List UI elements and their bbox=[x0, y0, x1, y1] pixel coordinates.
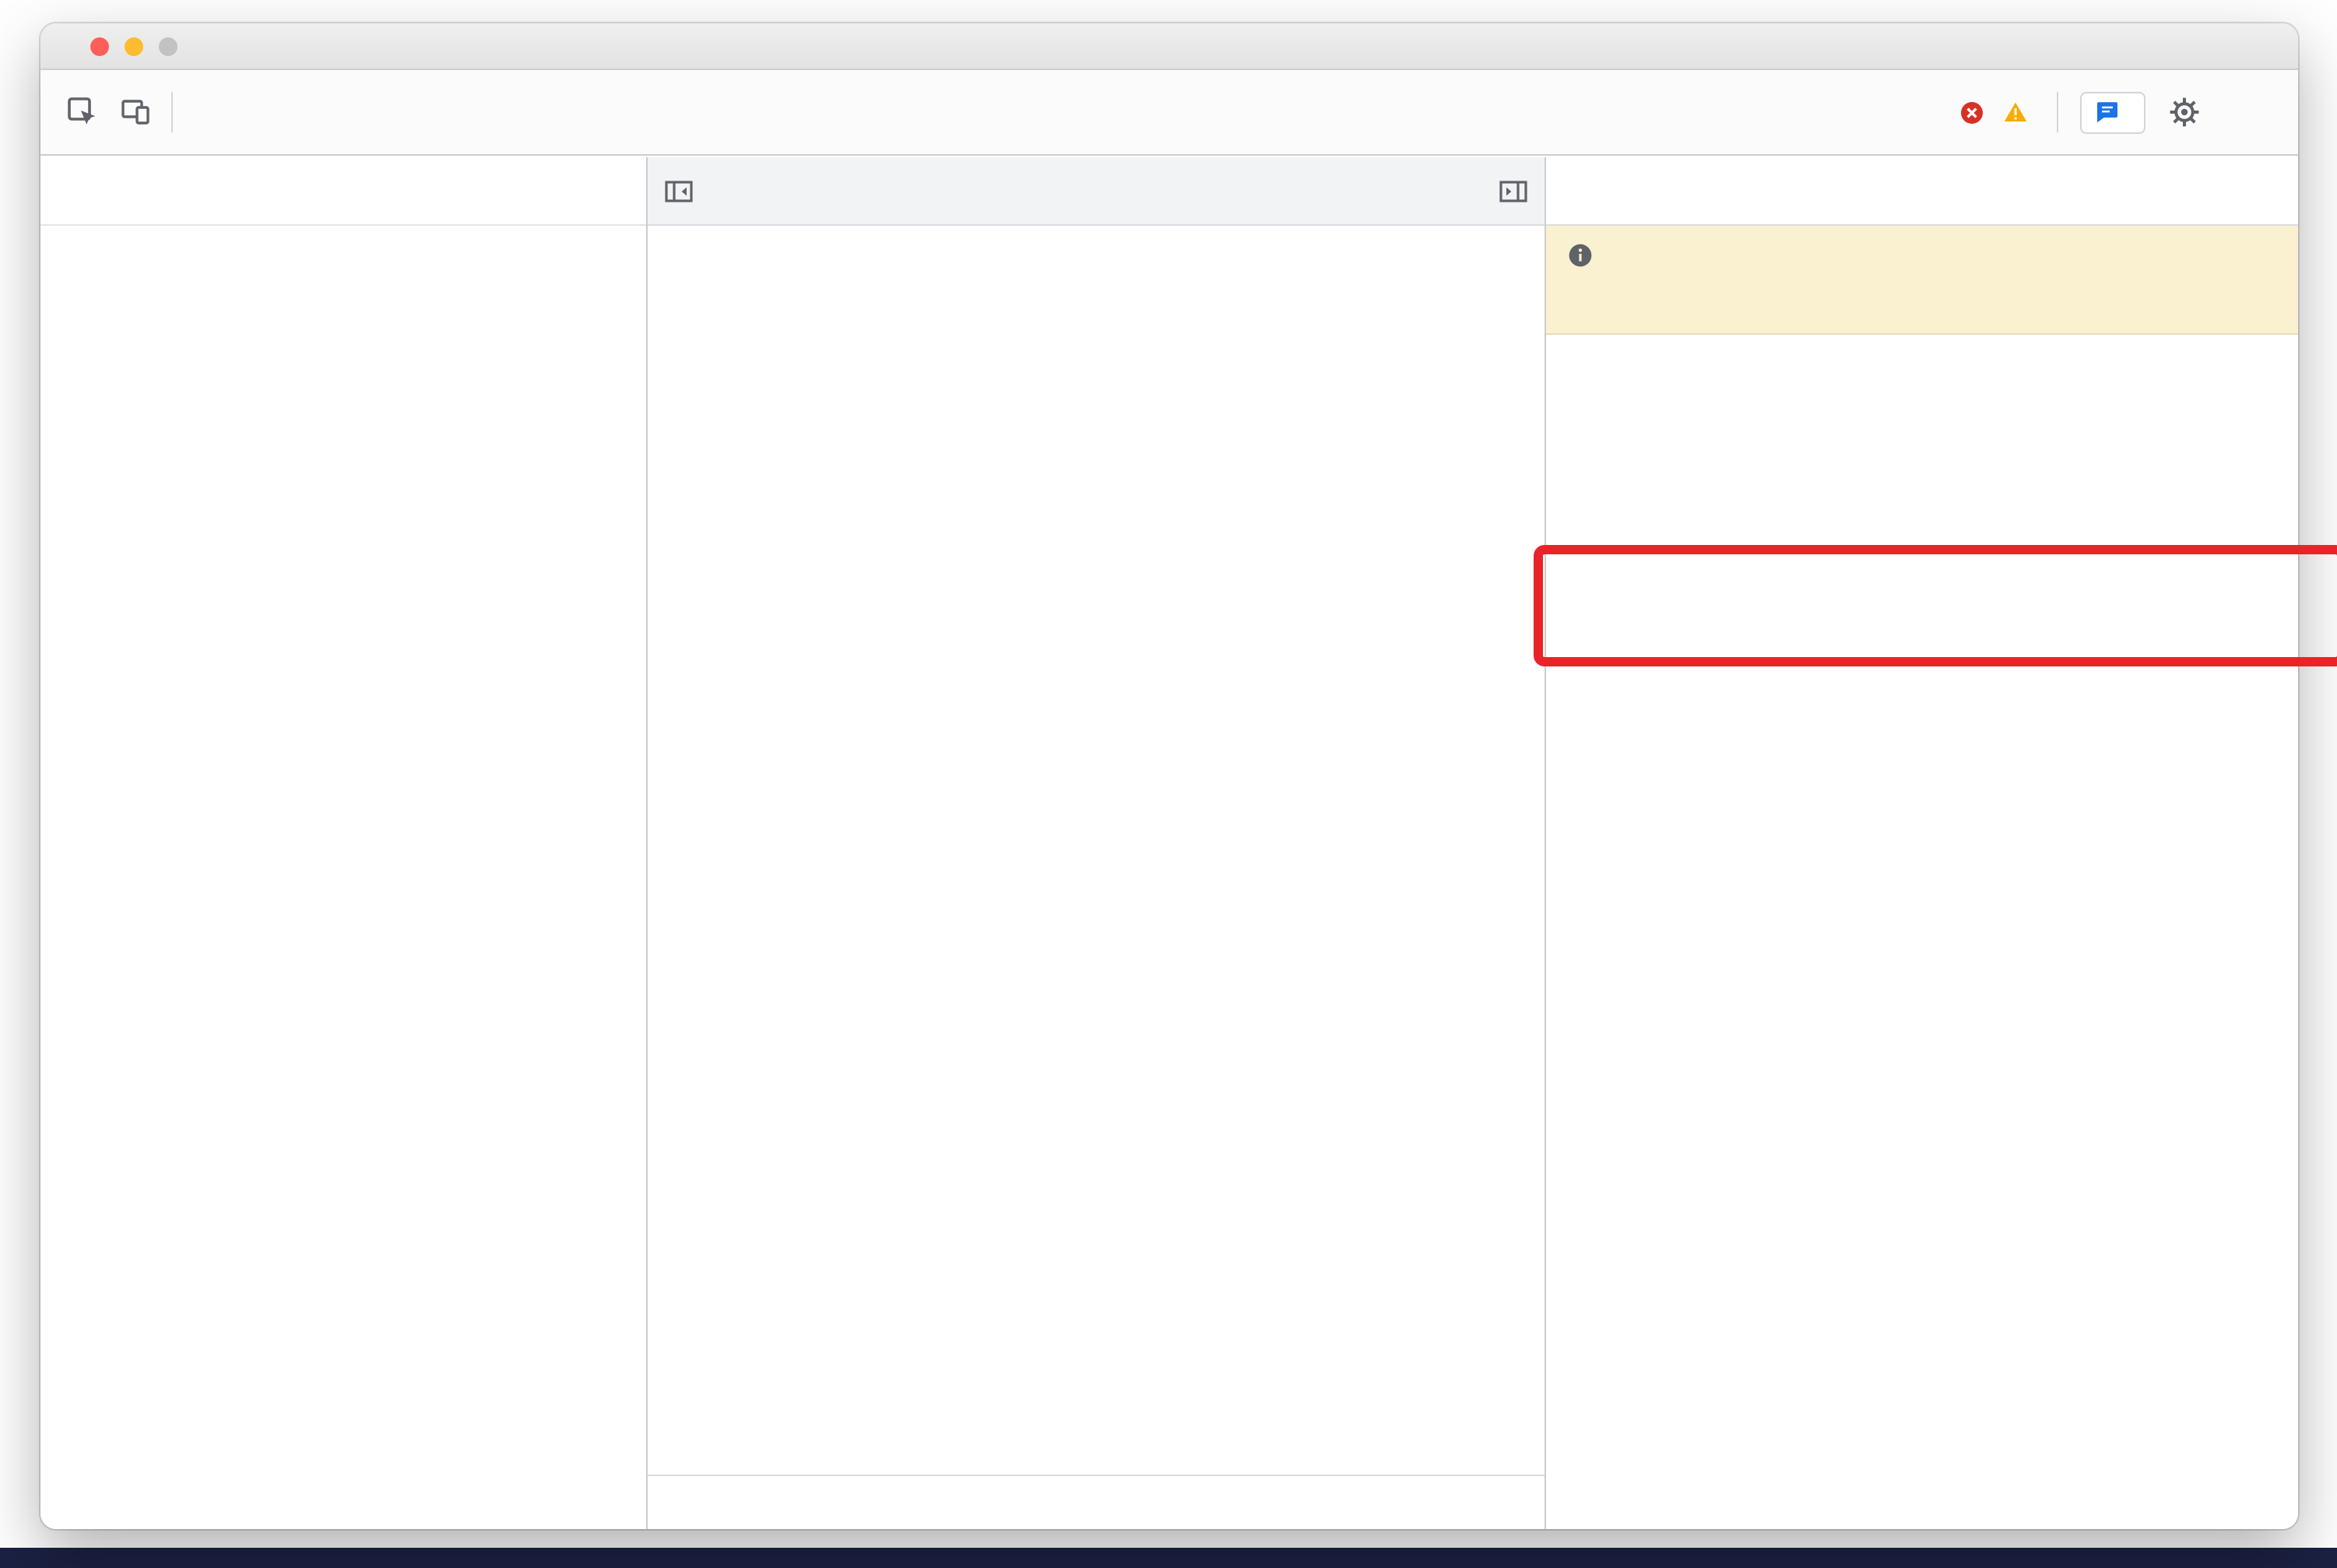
debugger-toolbar bbox=[1546, 157, 2298, 226]
devtools-main-toolbar bbox=[40, 70, 2298, 156]
debugger-panel bbox=[1546, 157, 2298, 1529]
desktop bbox=[0, 0, 2337, 1568]
window-titlebar[interactable] bbox=[40, 23, 2298, 70]
paused-banner bbox=[1546, 226, 2298, 335]
warning-badge[interactable] bbox=[2004, 101, 2035, 123]
background-page-strip bbox=[0, 1548, 2337, 1568]
editor-tabbar bbox=[648, 157, 1545, 226]
tab-page[interactable] bbox=[47, 157, 93, 224]
error-icon bbox=[1961, 101, 1983, 123]
zoom-window-button[interactable] bbox=[159, 37, 177, 55]
issues-chip[interactable] bbox=[2080, 91, 2145, 133]
info-icon bbox=[1568, 243, 1593, 268]
file-tree bbox=[40, 226, 646, 1529]
main-menu-kebab-icon[interactable] bbox=[2223, 86, 2276, 139]
settings-gear-icon[interactable] bbox=[2158, 86, 2211, 139]
warning-icon bbox=[2004, 102, 2027, 121]
tab-filesystem[interactable] bbox=[93, 157, 140, 224]
navigator-tabbar bbox=[40, 157, 646, 226]
editor-statusbar bbox=[648, 1475, 1545, 1529]
code-editor[interactable] bbox=[648, 226, 1545, 1475]
navigator-panel bbox=[40, 157, 648, 1529]
toolbar-right-cluster bbox=[1960, 86, 2283, 139]
devtools-window bbox=[40, 23, 2337, 1529]
toolbar-separator bbox=[171, 92, 173, 132]
devtools-main-area bbox=[40, 157, 2298, 1529]
close-window-button[interactable] bbox=[90, 37, 109, 55]
editor-overflow-icon[interactable] bbox=[1482, 157, 1545, 224]
debugger-sections bbox=[1546, 335, 2298, 1529]
traffic-lights bbox=[90, 37, 177, 55]
inspect-element-icon[interactable] bbox=[56, 86, 109, 139]
device-toolbar-icon[interactable] bbox=[109, 86, 162, 139]
issues-icon bbox=[2097, 102, 2117, 123]
editor-panel bbox=[648, 157, 1546, 1529]
toolbar-separator bbox=[2057, 92, 2058, 132]
navigator-toggle-icon[interactable] bbox=[648, 157, 710, 224]
error-badge[interactable] bbox=[1960, 100, 1991, 124]
minimize-window-button[interactable] bbox=[125, 37, 143, 55]
